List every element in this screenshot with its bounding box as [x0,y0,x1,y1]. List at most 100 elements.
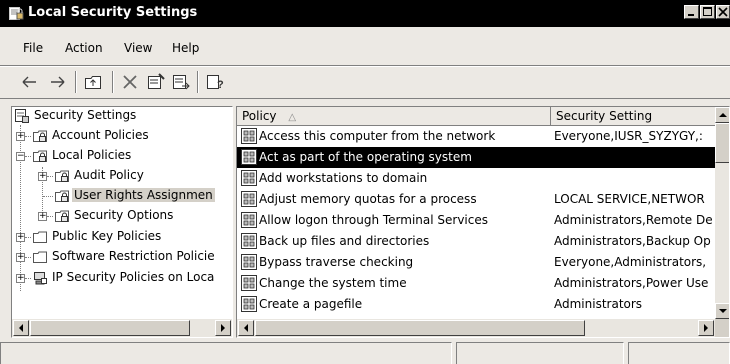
menu-divider-highlight [0,66,730,67]
policy-setting-icon [241,149,257,165]
delete-icon[interactable] [120,72,140,92]
policy-setting-icon [241,254,257,270]
policy-row[interactable]: Adjust memory quotas for a process LOCAL … [237,189,717,210]
tree-item-security-settings[interactable]: Security Settings [12,107,232,125]
policy-name: Create a pagefile [259,297,363,311]
scroll-thumb[interactable] [715,123,729,163]
policy-name: Bypass traverse checking [259,255,414,269]
expand-icon[interactable]: + [16,233,25,242]
security-setting-value: Administrators,Remote De [554,213,713,227]
title-bar: Local Security Settings [0,0,730,27]
scroll-right-button[interactable] [215,320,231,336]
policy-setting-icon [241,170,257,186]
menu-view[interactable]: View [124,41,152,55]
policy-setting-icon [241,296,257,312]
back-icon[interactable] [20,72,40,92]
expand-icon[interactable]: + [16,274,25,283]
menu-file[interactable]: File [23,41,43,55]
tree-item-local-policies[interactable]: − Local Policies [12,147,232,165]
folder-icon [32,249,48,265]
security-setting-value: LOCAL SERVICE,NETWOR [554,192,705,206]
forward-icon[interactable] [47,72,67,92]
tree-pane[interactable]: Security Settings + Account Policies − L… [11,106,233,338]
policy-name: Adjust memory quotas for a process [259,192,477,206]
tree-horizontal-scrollbar[interactable] [12,319,232,337]
ip-security-computer-icon [32,270,48,286]
policy-list-pane[interactable]: Policy △ Security Setting Access this co… [236,106,730,338]
menu-action[interactable]: Action [65,41,103,55]
security-setting-value: Administrators,Power Use [554,276,709,290]
close-button[interactable] [716,5,730,19]
column-header-security-setting[interactable]: Security Setting [551,107,717,126]
policy-setting-icon [241,233,257,249]
folder-lock-icon [54,188,70,204]
toolbar-separator [75,71,77,93]
folder-lock-icon [32,128,48,144]
policy-name: Access this computer from the network [259,129,496,143]
list-vertical-scrollbar[interactable] [715,107,729,319]
scroll-thumb[interactable] [255,320,585,336]
tree-item-ip-security-policies[interactable]: + IP Security Policies on Loca [12,269,232,287]
scroll-thumb[interactable] [30,320,190,336]
scroll-down-button[interactable] [715,303,729,319]
folder-lock-icon [54,208,70,224]
status-bar-pane [0,342,452,364]
help-icon[interactable]: ? [205,72,225,92]
sort-ascending-icon: △ [288,112,297,123]
menu-bar: File Action View Help [0,31,730,64]
policy-setting-icon [241,191,257,207]
tree-item-audit-policy[interactable]: + Audit Policy [12,167,232,185]
scroll-left-button[interactable] [13,320,29,336]
column-header-policy[interactable]: Policy △ [237,107,551,126]
tree-item-security-options[interactable]: + Security Options [12,207,232,225]
folder-icon [32,229,48,245]
policy-name: Add workstations to domain [259,171,428,185]
expand-icon[interactable]: + [38,172,47,181]
tree-item-account-policies[interactable]: + Account Policies [12,127,232,145]
security-setting-value: Everyone,Administrators, [554,255,707,269]
policy-row[interactable]: Act as part of the operating system [237,147,717,168]
status-bar-pane [456,342,624,364]
security-settings-app-icon [9,6,24,21]
policy-setting-icon [241,275,257,291]
policy-row[interactable]: Add workstations to domain [237,168,717,189]
tree-item-user-rights-assignment[interactable]: User Rights Assignmen [12,187,232,205]
expand-icon[interactable]: + [16,132,25,141]
folder-lock-icon [32,148,48,164]
toolbar-divider [0,98,730,99]
scroll-up-button[interactable] [715,107,729,123]
policy-row[interactable]: Create a pagefile Administrators [237,294,717,315]
policy-row[interactable]: Bypass traverse checking Everyone,Adminis… [237,252,717,273]
properties-icon[interactable] [146,72,166,92]
status-bar-pane [628,342,730,364]
security-setting-value: Administrators [554,297,643,311]
up-folder-icon[interactable] [83,72,103,92]
policy-row[interactable]: Change the system time Administrators,Pow… [237,273,717,294]
window-title: Local Security Settings [28,5,198,20]
export-list-icon[interactable] [171,72,191,92]
security-setting-value: Administrators,Backup Op [554,234,711,248]
scroll-left-button[interactable] [238,320,254,336]
policy-name: Change the system time [259,276,407,290]
toolbar-separator [112,71,114,93]
policy-name: Back up files and directories [259,234,430,248]
folder-lock-icon [54,168,70,184]
policy-row[interactable]: Allow logon through Terminal Services Adm… [237,210,717,231]
expand-icon[interactable]: + [16,253,25,262]
tree-item-public-key-policies[interactable]: + Public Key Policies [12,228,232,246]
menu-help[interactable]: Help [172,41,199,55]
list-horizontal-scrollbar[interactable] [237,319,715,337]
security-setting-value: Everyone,IUSR_SYZYGY,: [554,129,703,143]
tree-item-software-restriction-policies[interactable]: + Software Restriction Policie [12,248,232,266]
svg-text:?: ? [217,79,224,91]
security-settings-icon [14,108,30,124]
collapse-icon[interactable]: − [16,152,25,161]
expand-icon[interactable]: + [38,212,47,221]
policy-row[interactable]: Back up files and directories Administrat… [237,231,717,252]
scroll-right-button[interactable] [698,320,714,336]
minimize-button[interactable] [684,5,699,19]
policy-row[interactable]: Access this computer from the network Eve… [237,126,717,147]
policy-setting-icon [241,128,257,144]
maximize-button[interactable] [700,5,715,19]
scrollbar-corner [715,319,729,337]
